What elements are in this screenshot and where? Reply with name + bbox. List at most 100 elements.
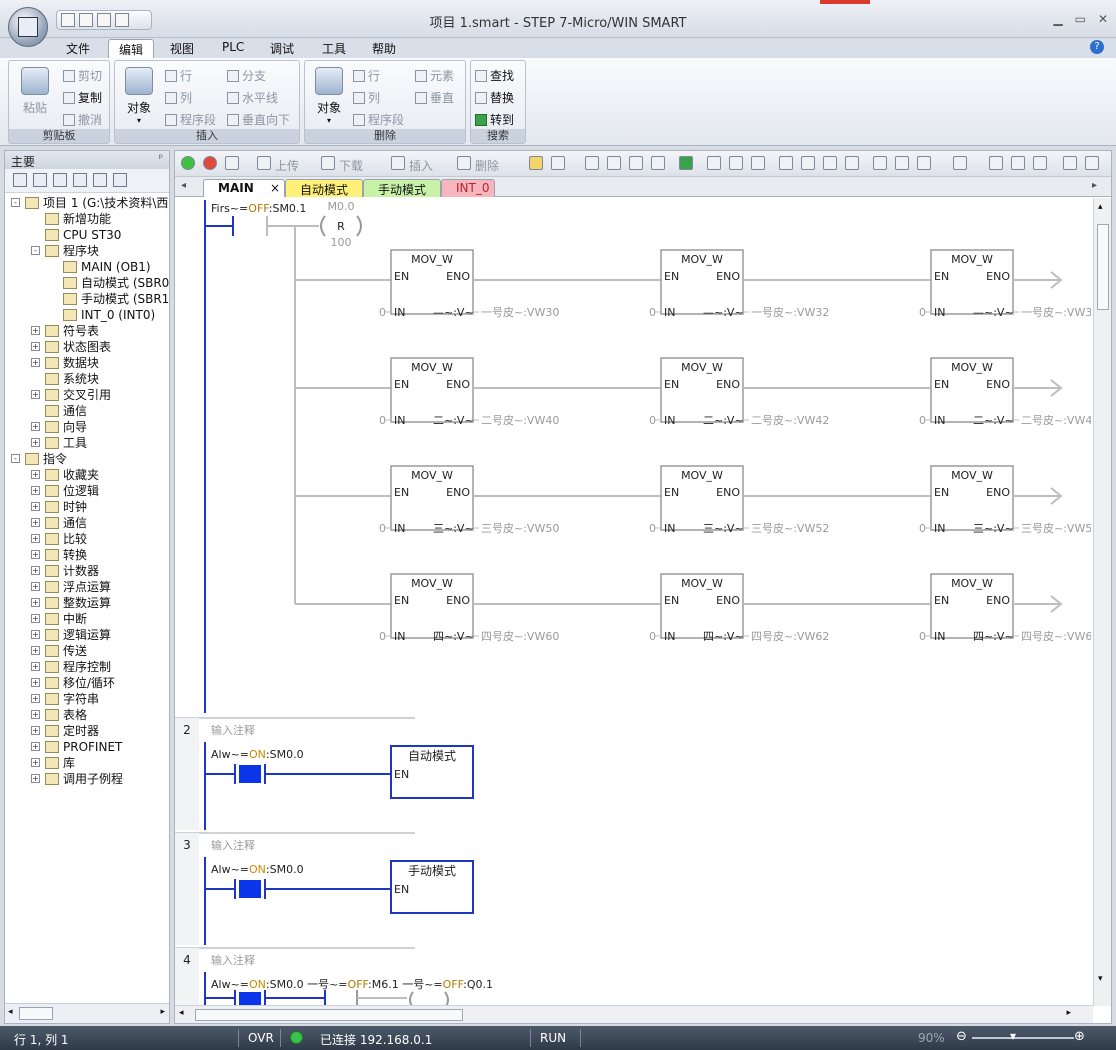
tree-item[interactable]: 中断 xyxy=(45,611,87,627)
tree-expander[interactable]: + xyxy=(31,518,40,527)
tree-item[interactable]: 指令 xyxy=(25,451,67,467)
tree-expander[interactable]: + xyxy=(31,502,40,511)
tree-item[interactable]: PROFINET xyxy=(45,739,122,755)
window-controls[interactable]: ▁ ▭ ✕ xyxy=(1053,12,1108,26)
tree-item[interactable]: 浮点运算 xyxy=(45,579,111,595)
tree-item[interactable]: 移位/循环 xyxy=(45,675,115,691)
tab-scroll-left-icon[interactable]: ◂ xyxy=(181,180,186,191)
data-block-icon[interactable] xyxy=(73,173,87,187)
help-icon[interactable]: ? xyxy=(1090,40,1104,54)
tree-item[interactable]: 数据块 xyxy=(45,355,99,371)
paste-button[interactable]: 粘贴 xyxy=(15,65,55,116)
tree-item[interactable]: 位逻辑 xyxy=(45,483,99,499)
tree-expander[interactable]: + xyxy=(31,566,40,575)
tree-item[interactable]: 字符串 xyxy=(45,691,99,707)
tree-item[interactable]: 新增功能 xyxy=(45,211,111,227)
tree-expander[interactable]: + xyxy=(31,758,40,767)
stop-icon[interactable] xyxy=(203,156,217,170)
tree-expander[interactable]: + xyxy=(31,614,40,623)
menu-view[interactable]: 视图 xyxy=(160,39,204,58)
tree-expander[interactable]: + xyxy=(31,582,40,591)
insert-object-button[interactable]: 对象 ▾ xyxy=(119,65,159,125)
delete-vertical-button[interactable]: 垂直 xyxy=(415,89,454,106)
tree-item[interactable]: MAIN (OB1) xyxy=(63,259,151,275)
zoom-in-icon[interactable]: ⊕ xyxy=(1074,1029,1085,1044)
scroll-right-icon[interactable]: ▸ xyxy=(160,1007,165,1017)
insert-segment-button[interactable]: 程序段 xyxy=(165,111,216,128)
tree-expander[interactable]: - xyxy=(11,198,20,207)
zoom-slider[interactable] xyxy=(972,1037,1074,1039)
tree-item[interactable]: 手动模式 (SBR1 xyxy=(63,291,169,307)
scroll-left-icon[interactable]: ◂ xyxy=(8,1007,13,1017)
tree-item[interactable]: 自动模式 (SBR0 xyxy=(63,275,169,291)
scroll-thumb[interactable] xyxy=(19,1007,53,1020)
lock-icon[interactable] xyxy=(707,156,721,170)
tree-item[interactable]: 交叉引用 xyxy=(45,387,111,403)
tree-item[interactable]: 通信 xyxy=(45,515,87,531)
menu-debug[interactable]: 调试 xyxy=(260,39,304,58)
tab-int0[interactable]: INT_0 xyxy=(441,179,495,197)
tree-expander[interactable]: + xyxy=(31,534,40,543)
tree-expander[interactable]: + xyxy=(31,422,40,431)
tree-expander[interactable]: + xyxy=(31,742,40,751)
insert-vertical-down-button[interactable]: 垂直向下 xyxy=(227,111,290,128)
tab-close-icon[interactable]: × xyxy=(270,181,280,195)
minimize-icon[interactable]: ▁ xyxy=(1053,12,1062,26)
insert-column-button[interactable]: 列 xyxy=(165,89,192,106)
branch-tool-icon[interactable] xyxy=(779,156,793,170)
tree-item[interactable]: 转换 xyxy=(45,547,87,563)
tree-expander[interactable]: + xyxy=(31,630,40,639)
tree-expander[interactable]: + xyxy=(31,550,40,559)
undo-button[interactable]: 撤消 xyxy=(63,111,102,128)
properties-icon[interactable] xyxy=(1033,156,1047,170)
tree-item[interactable]: 状态图表 xyxy=(45,339,111,355)
tree-expander[interactable]: + xyxy=(31,598,40,607)
tree-horizontal-scrollbar[interactable]: ◂ ▸ xyxy=(5,1003,169,1023)
close-icon[interactable]: ✕ xyxy=(1098,12,1108,26)
tree-expander[interactable]: + xyxy=(31,486,40,495)
insert-row-button[interactable]: 行 xyxy=(165,67,192,84)
table-icon[interactable] xyxy=(989,156,1003,170)
insert-branch-button[interactable]: 分支 xyxy=(227,67,266,84)
insert-tool-icon[interactable] xyxy=(391,156,405,170)
goto-network-icon[interactable] xyxy=(679,156,693,170)
tab-manual-mode[interactable]: 手动模式 xyxy=(363,179,441,197)
tree-expander[interactable]: + xyxy=(31,646,40,655)
prev-bookmark-icon[interactable] xyxy=(607,156,621,170)
view-icon[interactable] xyxy=(13,173,27,187)
tree-item[interactable]: 系统块 xyxy=(45,371,99,387)
upload-button[interactable]: 上传 xyxy=(275,157,299,173)
download-button[interactable]: 下载 xyxy=(339,157,363,173)
scroll-up-icon[interactable]: ▴ xyxy=(1098,202,1103,212)
tree-expander[interactable]: + xyxy=(31,342,40,351)
tree-expander[interactable]: - xyxy=(31,246,40,255)
tree-item[interactable]: 程序块 xyxy=(45,243,99,259)
tree-item[interactable]: 定时器 xyxy=(45,723,99,739)
tree-item[interactable]: 比较 xyxy=(45,531,87,547)
bookmark-icon[interactable] xyxy=(585,156,599,170)
tree-item[interactable]: 项目 1 (G:\技术资料\西 xyxy=(25,195,168,211)
delete-element-button[interactable]: 元素 xyxy=(415,67,454,84)
tree-expander[interactable]: + xyxy=(31,726,40,735)
system-block-icon[interactable] xyxy=(93,173,107,187)
copy-button[interactable]: 复制 xyxy=(63,89,102,106)
tree-item[interactable]: 通信 xyxy=(45,403,87,419)
tree-item[interactable]: 整数运算 xyxy=(45,595,111,611)
next-bookmark-icon[interactable] xyxy=(629,156,643,170)
trend-icon[interactable] xyxy=(551,156,565,170)
tree-expander[interactable]: + xyxy=(31,326,40,335)
hscroll-right-icon[interactable]: ▸ xyxy=(1066,1008,1071,1018)
coil-icon[interactable] xyxy=(895,156,909,170)
tree-expander[interactable]: + xyxy=(31,694,40,703)
options-icon[interactable] xyxy=(1085,156,1099,170)
application-button[interactable] xyxy=(8,7,48,47)
tree-item[interactable]: 程序控制 xyxy=(45,659,111,675)
replace-button[interactable]: 替换 xyxy=(475,89,514,106)
tree-item[interactable]: 调用子例程 xyxy=(45,771,123,787)
tree-expander[interactable]: + xyxy=(31,470,40,479)
tree-item[interactable]: 收藏夹 xyxy=(45,467,99,483)
pin-icon[interactable]: ᵖ xyxy=(159,153,163,164)
editor-vertical-scrollbar[interactable]: ▴ ▾ xyxy=(1093,198,1111,1006)
vertical-scroll-thumb[interactable] xyxy=(1097,224,1109,310)
contact-icon[interactable] xyxy=(873,156,887,170)
